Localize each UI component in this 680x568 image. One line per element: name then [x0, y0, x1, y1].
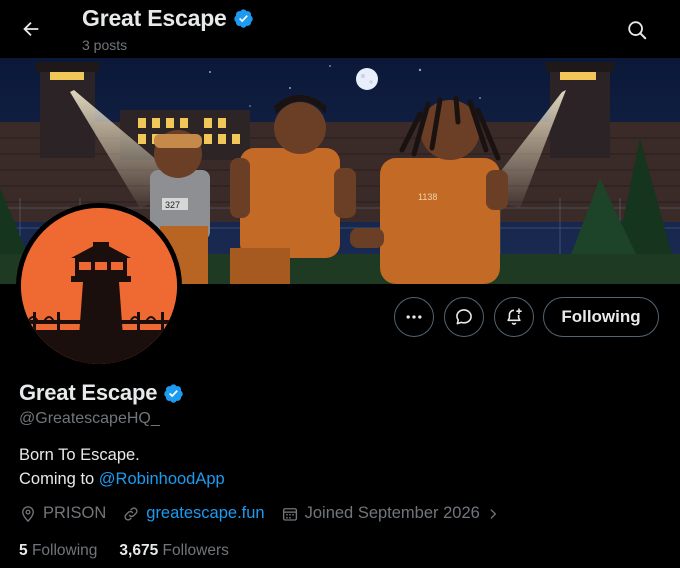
location-text: PRISON	[43, 504, 107, 522]
profile-handle: @GreatescapeHQ_	[19, 410, 160, 427]
chevron-right-icon	[490, 508, 496, 519]
bio-line-1: Born To Escape.	[19, 446, 140, 464]
more-icon	[406, 315, 422, 319]
following-button[interactable]: Following	[543, 297, 659, 337]
bell-plus-icon	[507, 308, 522, 325]
svg-text:327: 327	[165, 200, 180, 210]
verified-badge-icon	[164, 383, 183, 403]
website: greatescape.fun	[122, 504, 265, 523]
profile-meta: PRISON greatescape.fun Joined September …	[19, 504, 516, 523]
following-count: 5	[19, 542, 28, 559]
avatar-image	[21, 208, 177, 364]
header-title-block: Great Escape 3 posts	[82, 5, 254, 53]
location-pin-icon	[22, 505, 34, 522]
followers-count-link[interactable]: 3,675 Followers	[119, 542, 228, 560]
top-bar: Great Escape 3 posts	[0, 0, 680, 58]
follow-stats: 5 Following 3,675 Followers	[19, 542, 251, 560]
message-button[interactable]	[444, 297, 484, 337]
location: PRISON	[19, 504, 106, 523]
header-title: Great Escape	[82, 5, 254, 32]
back-button[interactable]	[14, 12, 48, 46]
bio-mention-link[interactable]: @RobinhoodApp	[99, 470, 225, 488]
following-count-link[interactable]: 5 Following	[19, 542, 97, 560]
bio-line-2-prefix: Coming to	[19, 470, 99, 488]
svg-text:1138: 1138	[418, 192, 437, 202]
header-title-text: Great Escape	[82, 5, 227, 31]
message-icon	[456, 309, 472, 325]
joined-date[interactable]: Joined September 2026	[281, 504, 500, 523]
search-button[interactable]	[620, 13, 654, 47]
calendar-icon	[282, 507, 297, 521]
following-label: Following	[31, 542, 98, 559]
posts-count: 3 posts	[82, 37, 128, 53]
website-link[interactable]: greatescape.fun	[146, 504, 264, 523]
notifications-button[interactable]	[494, 297, 534, 337]
more-button[interactable]	[394, 297, 434, 337]
watchtower-icon	[21, 208, 177, 364]
followers-count: 3,675	[119, 542, 159, 559]
link-icon	[124, 506, 138, 521]
search-icon	[628, 21, 647, 40]
followers-label: Followers	[162, 542, 229, 559]
profile-name: Great Escape	[19, 380, 184, 406]
arrow-left-icon	[23, 21, 39, 37]
avatar[interactable]	[16, 203, 182, 369]
joined-text: Joined September 2026	[304, 504, 480, 522]
profile-name-text: Great Escape	[19, 380, 158, 405]
verified-badge-icon	[233, 9, 253, 28]
bio-line-2: Coming to @RobinhoodApp	[19, 470, 225, 489]
